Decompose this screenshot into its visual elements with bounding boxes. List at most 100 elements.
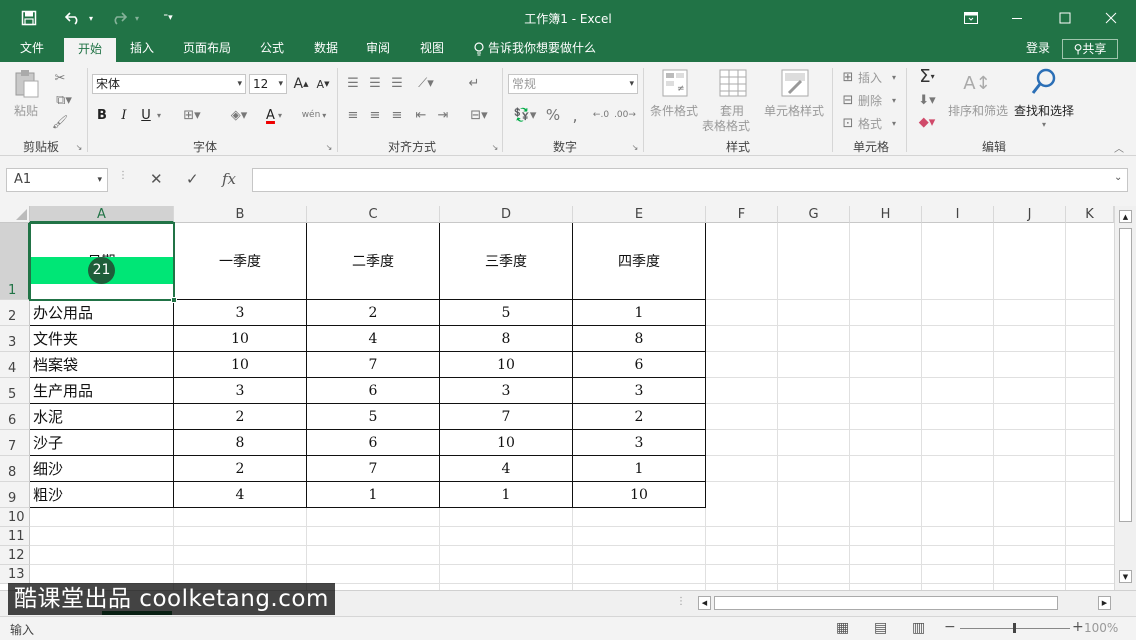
chevron-down-icon[interactable]: ▾	[888, 68, 900, 86]
align-right-icon[interactable]: ≡	[388, 106, 406, 124]
zoom-slider-thumb[interactable]	[1013, 623, 1016, 633]
minimize-icon[interactable]	[994, 0, 1040, 36]
share-button[interactable]: ⚲共享	[1062, 39, 1118, 59]
insert-cells-icon[interactable]: ⊞	[838, 68, 858, 86]
comma-style-icon[interactable]: ,	[566, 106, 584, 125]
tab-data[interactable]: 数据	[304, 36, 348, 62]
cell-e8[interactable]: 1	[573, 456, 705, 481]
column-header-f[interactable]: F	[706, 206, 778, 223]
decrease-decimal-icon[interactable]: .00→	[614, 106, 636, 124]
sort-filter-icon[interactable]: A↕	[960, 68, 994, 98]
row-header-4[interactable]: 4	[0, 352, 30, 378]
cell-c8[interactable]: 7	[307, 456, 439, 481]
cell-d7[interactable]: 10	[440, 430, 572, 455]
horizontal-scrollbar[interactable]: ◀ ▶	[698, 596, 1114, 611]
tab-review[interactable]: 审阅	[356, 36, 400, 62]
tab-page-layout[interactable]: 页面布局	[172, 36, 242, 62]
tab-formulas[interactable]: 公式	[250, 36, 294, 62]
font-name-select[interactable]: 宋体 ▾	[92, 74, 246, 94]
tell-me-search[interactable]: 告诉我你想要做什么	[488, 36, 600, 62]
cell-d1[interactable]: 三季度	[440, 223, 572, 299]
dialog-launcher-icon[interactable]: ↘	[324, 142, 334, 152]
dialog-launcher-icon[interactable]: ↘	[630, 142, 640, 152]
worksheet-grid[interactable]: A B C D E F G H I J K 1 2 3 4 5 6 7 8 9 …	[0, 206, 1136, 590]
cell-b5[interactable]: 3	[174, 378, 306, 403]
scroll-up-icon[interactable]: ▲	[1119, 210, 1132, 223]
scroll-down-icon[interactable]: ▼	[1119, 570, 1132, 583]
cell-a5[interactable]: 生产用品	[30, 378, 173, 403]
number-format-select[interactable]: 常规 ▾	[508, 74, 638, 94]
increase-indent-icon[interactable]: ⇥	[434, 106, 452, 124]
bold-button[interactable]: B	[94, 106, 110, 124]
cell-a7[interactable]: 沙子	[30, 430, 173, 455]
row-header-2[interactable]: 2	[0, 300, 30, 326]
horizontal-scroll-thumb[interactable]	[714, 596, 1058, 610]
login-link[interactable]: 登录	[1018, 36, 1058, 62]
cell-a6[interactable]: 水泥	[30, 404, 173, 429]
vertical-scroll-thumb[interactable]	[1119, 228, 1132, 522]
autosum-icon[interactable]: Σ ▾	[912, 66, 942, 87]
fill-icon[interactable]: ⬇▾	[912, 90, 942, 110]
row-header-13[interactable]: 13	[0, 565, 30, 584]
delete-cells-label[interactable]: 删除	[858, 92, 882, 109]
font-color-icon[interactable]: A ▾	[258, 106, 290, 124]
format-cells-icon[interactable]: ⊡	[838, 114, 858, 132]
cell-c7[interactable]: 6	[307, 430, 439, 455]
align-left-icon[interactable]: ≡	[344, 106, 362, 124]
chevron-down-icon[interactable]: ▾	[1038, 118, 1050, 130]
cell-c3[interactable]: 4	[307, 326, 439, 351]
column-header-j[interactable]: J	[994, 206, 1066, 223]
page-break-view-icon[interactable]: ▥	[912, 620, 925, 636]
merge-center-icon[interactable]: ⊟▾	[464, 106, 494, 124]
row-header-6[interactable]: 6	[0, 404, 30, 430]
close-icon[interactable]	[1088, 0, 1134, 36]
cell-d2[interactable]: 5	[440, 300, 572, 325]
row-header-10[interactable]: 10	[0, 508, 30, 527]
column-header-b[interactable]: B	[174, 206, 307, 223]
phonetic-guide-icon[interactable]: wén ▾	[298, 104, 330, 126]
select-all-button[interactable]	[0, 206, 30, 223]
row-header-1[interactable]: 1	[0, 223, 30, 300]
scroll-right-icon[interactable]: ▶	[1098, 596, 1111, 610]
cell-c5[interactable]: 6	[307, 378, 439, 403]
column-header-c[interactable]: C	[307, 206, 440, 223]
row-header-9[interactable]: 9	[0, 482, 30, 508]
cell-b2[interactable]: 3	[174, 300, 306, 325]
wrap-text-icon[interactable]: ↵	[464, 74, 484, 92]
align-top-icon[interactable]: ☰	[344, 74, 362, 92]
column-header-i[interactable]: I	[922, 206, 994, 223]
format-cells-label[interactable]: 格式	[858, 115, 882, 132]
cell-e5[interactable]: 3	[573, 378, 705, 403]
cell-e6[interactable]: 2	[573, 404, 705, 429]
find-select-icon[interactable]	[1028, 66, 1060, 98]
decrease-indent-icon[interactable]: ⇤	[412, 106, 430, 124]
cell-e1[interactable]: 四季度	[573, 223, 705, 299]
cell-d6[interactable]: 7	[440, 404, 572, 429]
confirm-entry-button[interactable]: ✓	[186, 170, 199, 188]
tab-view[interactable]: 视图	[410, 36, 454, 62]
vertical-scrollbar[interactable]: ▲ ▼	[1114, 206, 1136, 590]
cell-b3[interactable]: 10	[174, 326, 306, 351]
cell-a3[interactable]: 文件夹	[30, 326, 173, 351]
chevron-down-icon[interactable]: ▾	[888, 114, 900, 132]
ribbon-display-icon[interactable]	[948, 0, 994, 36]
cell-a4[interactable]: 档案袋	[30, 352, 173, 377]
dialog-launcher-icon[interactable]: ↘	[490, 142, 500, 152]
paste-icon[interactable]	[12, 68, 42, 100]
font-size-select[interactable]: 12 ▾	[249, 74, 287, 94]
column-header-d[interactable]: D	[440, 206, 573, 223]
borders-icon[interactable]: ⊞▾	[178, 106, 206, 124]
page-layout-view-icon[interactable]: ▤	[874, 620, 887, 636]
cell-b4[interactable]: 10	[174, 352, 306, 377]
increase-decimal-icon[interactable]: ←.0	[590, 106, 612, 124]
tab-insert[interactable]: 插入	[120, 36, 164, 62]
insert-function-button[interactable]: fx	[222, 170, 236, 188]
tab-file[interactable]: 文件	[8, 36, 56, 62]
cell-b6[interactable]: 2	[174, 404, 306, 429]
conditional-format-icon[interactable]: ≠	[660, 68, 690, 98]
delete-cells-icon[interactable]: ⊟	[838, 91, 858, 109]
cell-b8[interactable]: 2	[174, 456, 306, 481]
align-middle-icon[interactable]: ☰	[366, 74, 384, 92]
zoom-in-icon[interactable]: +	[1072, 619, 1084, 635]
cell-styles-icon[interactable]	[780, 68, 810, 98]
